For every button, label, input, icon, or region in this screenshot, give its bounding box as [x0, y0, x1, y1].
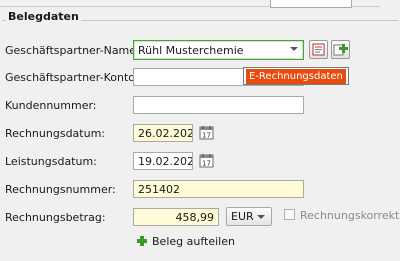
address-card-icon	[312, 43, 325, 56]
invoice-amount-label: Rechnungsbetrag:	[5, 211, 106, 224]
invoice-date-input[interactable]: 26.02.2024	[133, 124, 193, 142]
chevron-down-icon	[257, 215, 265, 219]
customer-number-input[interactable]	[133, 96, 304, 114]
service-date-label: Leistungsdatum:	[5, 155, 97, 168]
correction-checkbox[interactable]	[284, 209, 295, 220]
chevron-down-icon[interactable]	[290, 47, 298, 51]
correction-checkbox-label[interactable]: Rechnungskorrektur	[300, 209, 400, 222]
add-partner-button[interactable]	[331, 40, 350, 59]
partner-account-label: Geschäftspartner-Konto:	[5, 71, 139, 84]
add-partner-icon	[333, 44, 348, 56]
service-date-input[interactable]: 19.02.2024	[133, 152, 193, 170]
split-document-label: Beleg aufteilen	[152, 235, 235, 248]
invoice-amount-input[interactable]: 458,99	[133, 208, 219, 226]
split-document-button[interactable]: Beleg aufteilen	[137, 235, 235, 248]
currency-value: EUR	[231, 210, 254, 223]
partner-name-combobox[interactable]: Rühl Musterchemie	[133, 40, 304, 60]
section-title: Belegdaten	[6, 10, 81, 23]
invoice-date-label: Rechnungsdatum:	[5, 127, 105, 140]
e-invoice-badge: E-Rechnungsdaten	[246, 69, 346, 84]
invoice-number-input[interactable]: 251402	[133, 180, 304, 198]
previous-field-stub	[270, 0, 352, 8]
calendar-icon[interactable]: 17	[199, 125, 214, 140]
customer-number-label: Kundennummer:	[5, 99, 97, 112]
calendar-icon[interactable]: 17	[199, 153, 214, 168]
partner-name-label: Geschäftspartner-Name:	[5, 44, 140, 57]
e-invoice-tooltip: E-Rechnungsdaten	[243, 67, 349, 85]
svg-text:17: 17	[202, 132, 211, 140]
currency-select[interactable]: EUR	[226, 207, 272, 226]
invoice-number-label: Rechnungsnummer:	[5, 183, 116, 196]
partner-details-button[interactable]	[309, 40, 328, 59]
plus-icon	[137, 236, 147, 246]
partner-name-value: Rühl Musterchemie	[138, 44, 244, 57]
previous-section-fragment	[0, 0, 380, 8]
svg-text:17: 17	[202, 160, 211, 168]
